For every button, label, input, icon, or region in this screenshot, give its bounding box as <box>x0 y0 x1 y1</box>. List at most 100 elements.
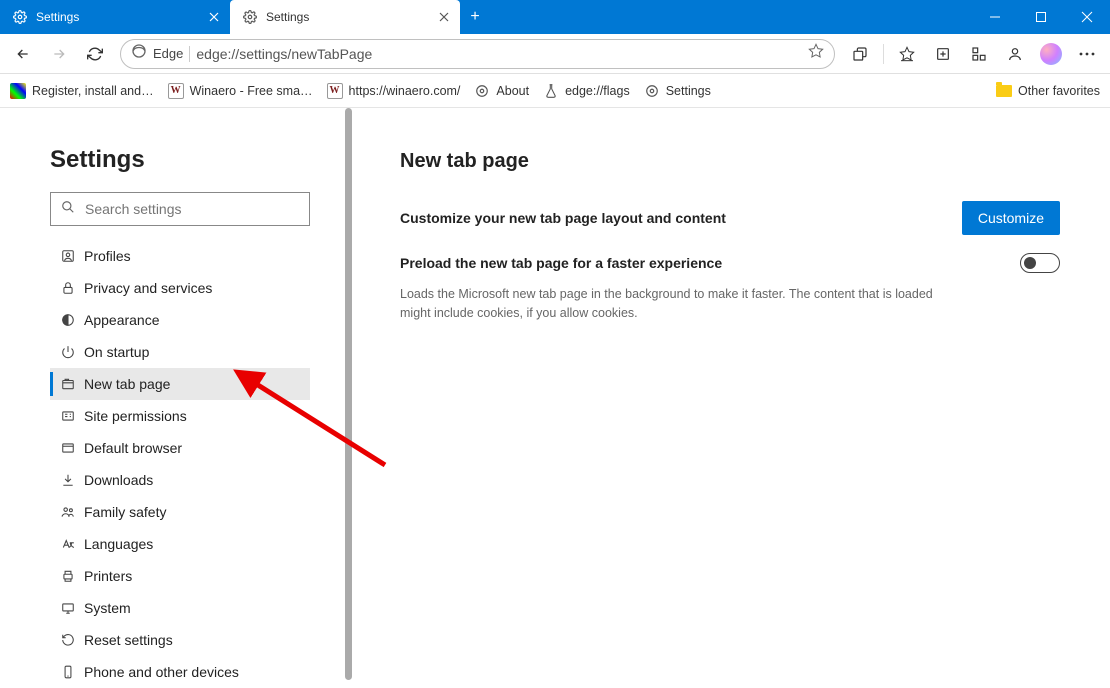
favicon <box>10 83 26 99</box>
search-settings-box[interactable] <box>50 192 310 226</box>
refresh-button[interactable] <box>78 37 112 71</box>
printer-icon <box>60 568 76 584</box>
customize-button[interactable]: Customize <box>962 201 1060 235</box>
favicon: W <box>168 83 184 99</box>
avatar[interactable] <box>1034 37 1068 71</box>
forward-button[interactable] <box>42 37 76 71</box>
download-icon <box>60 472 76 488</box>
customize-row-label: Customize your new tab page layout and c… <box>400 210 962 226</box>
sidebar-item-lock[interactable]: Privacy and services <box>50 272 310 304</box>
sidebar-item-label: Phone and other devices <box>84 664 239 680</box>
collections-button[interactable] <box>926 37 960 71</box>
page-heading: New tab page <box>400 150 1060 173</box>
sidebar-item-label: Languages <box>84 536 153 552</box>
sidebar-item-newtab[interactable]: New tab page <box>50 368 310 400</box>
window-controls <box>972 0 1110 34</box>
divider <box>189 46 190 62</box>
settings-title: Settings <box>50 146 355 174</box>
profile-button[interactable] <box>998 37 1032 71</box>
preload-toggle[interactable] <box>1020 253 1060 273</box>
family-icon <box>60 504 76 520</box>
sidebar-item-label: System <box>84 600 131 616</box>
folder-icon <box>996 85 1012 97</box>
favorite-star-icon[interactable] <box>808 43 824 64</box>
browser-toolbar: Edge <box>0 34 1110 74</box>
url-brand-label: Edge <box>153 46 183 61</box>
share-button[interactable] <box>843 37 877 71</box>
bookmark-item[interactable]: edge://flags <box>543 83 630 99</box>
content-area: Settings Profiles Privacy and services App… <box>0 108 1110 680</box>
sidebar-item-label: New tab page <box>84 376 170 392</box>
preload-description: Loads the Microsoft new tab page in the … <box>400 285 960 323</box>
url-input[interactable] <box>196 46 802 62</box>
sidebar-item-browser[interactable]: Default browser <box>50 432 310 464</box>
bookmark-item[interactable]: Whttps://winaero.com/ <box>327 83 461 99</box>
sidebar-item-power[interactable]: On startup <box>50 336 310 368</box>
sidebar-item-label: Profiles <box>84 248 131 264</box>
settings-sidebar: Settings Profiles Privacy and services App… <box>0 108 355 680</box>
lock-icon <box>60 280 76 296</box>
bookmark-item[interactable]: Register, install and… <box>10 83 154 99</box>
sidebar-item-label: On startup <box>84 344 149 360</box>
minimize-button[interactable] <box>972 0 1018 34</box>
tab-close-icon[interactable] <box>436 9 452 25</box>
flask-icon <box>543 83 559 99</box>
sidebar-item-appearance[interactable]: Appearance <box>50 304 310 336</box>
extensions-button[interactable] <box>962 37 996 71</box>
bookmarks-bar: Register, install and… WWinaero - Free s… <box>0 74 1110 108</box>
sidebar-item-label: Appearance <box>84 312 160 328</box>
preload-row-label: Preload the new tab page for a faster ex… <box>400 255 1020 271</box>
sidebar-item-system[interactable]: System <box>50 592 310 624</box>
tab-title: Settings <box>266 10 428 24</box>
settings-nav: Profiles Privacy and services Appearance On… <box>50 240 310 688</box>
address-bar[interactable]: Edge <box>120 39 835 69</box>
bookmark-item[interactable]: WWinaero - Free sma… <box>168 83 313 99</box>
bookmark-item[interactable]: Settings <box>644 83 711 99</box>
sidebar-item-printer[interactable]: Printers <box>50 560 310 592</box>
gear-icon <box>474 83 490 99</box>
browser-icon <box>60 440 76 456</box>
settings-main: New tab page Customize your new tab page… <box>355 108 1110 680</box>
sidebar-item-label: Reset settings <box>84 632 173 648</box>
sidebar-item-label: Printers <box>84 568 132 584</box>
gear-icon <box>242 9 258 25</box>
other-favorites[interactable]: Other favorites <box>996 84 1100 98</box>
search-icon <box>61 200 75 219</box>
maximize-button[interactable] <box>1018 0 1064 34</box>
gear-icon <box>12 9 28 25</box>
tab-close-icon[interactable] <box>206 9 222 25</box>
sidebar-scrollbar[interactable] <box>345 108 352 680</box>
favicon: W <box>327 83 343 99</box>
sidebar-item-profile[interactable]: Profiles <box>50 240 310 272</box>
sidebar-item-label: Privacy and services <box>84 280 212 296</box>
edge-logo-icon <box>131 43 147 64</box>
sidebar-item-download[interactable]: Downloads <box>50 464 310 496</box>
gear-icon <box>644 83 660 99</box>
sidebar-item-label: Family safety <box>84 504 166 520</box>
favorites-button[interactable] <box>890 37 924 71</box>
system-icon <box>60 600 76 616</box>
search-input[interactable] <box>85 201 299 217</box>
more-menu-button[interactable] <box>1070 37 1104 71</box>
language-icon <box>60 536 76 552</box>
close-window-button[interactable] <box>1064 0 1110 34</box>
profile-icon <box>60 248 76 264</box>
back-button[interactable] <box>6 37 40 71</box>
browser-tab-active[interactable]: Settings <box>230 0 460 34</box>
sidebar-item-label: Site permissions <box>84 408 187 424</box>
permissions-icon <box>60 408 76 424</box>
appearance-icon <box>60 312 76 328</box>
sidebar-item-permissions[interactable]: Site permissions <box>50 400 310 432</box>
sidebar-item-phone[interactable]: Phone and other devices <box>50 656 310 688</box>
sidebar-item-family[interactable]: Family safety <box>50 496 310 528</box>
newtab-icon <box>60 376 76 392</box>
sidebar-item-language[interactable]: Languages <box>50 528 310 560</box>
power-icon <box>60 344 76 360</box>
sidebar-item-reset[interactable]: Reset settings <box>50 624 310 656</box>
reset-icon <box>60 632 76 648</box>
browser-tab-inactive[interactable]: Settings <box>0 0 230 34</box>
sidebar-item-label: Downloads <box>84 472 153 488</box>
bookmark-item[interactable]: About <box>474 83 529 99</box>
new-tab-button[interactable]: + <box>460 0 490 34</box>
divider <box>883 44 884 64</box>
